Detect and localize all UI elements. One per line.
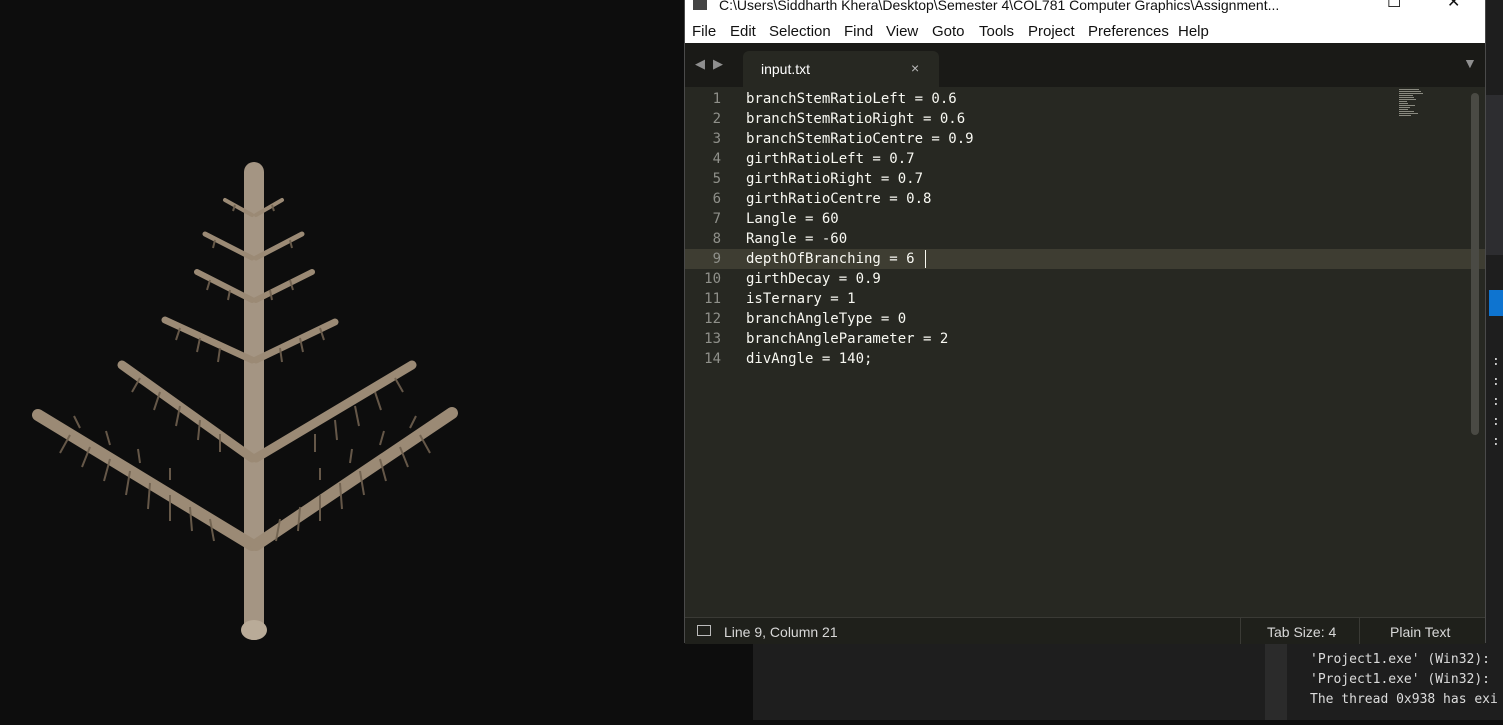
line-number: 3 — [712, 131, 721, 147]
menu-goto[interactable]: Goto — [932, 23, 965, 40]
status-divider — [1359, 618, 1360, 644]
title-bar[interactable]: C:\Users\Siddharth Khera\Desktop\Semeste… — [685, 0, 1485, 15]
tab-close-icon[interactable]: × — [911, 60, 919, 76]
line-number: 1 — [712, 91, 721, 107]
menu-tools[interactable]: Tools — [979, 23, 1014, 40]
code-line[interactable]: branchAngleType = 0 — [746, 311, 906, 327]
output-line: 'Project1.exe' (Win32): — [1310, 652, 1491, 667]
line-number: 4 — [712, 151, 721, 167]
menu-edit[interactable]: Edit — [730, 23, 756, 40]
menu-selection[interactable]: Selection — [769, 23, 831, 40]
menu-help[interactable]: Help — [1178, 23, 1209, 40]
code-line[interactable]: Langle = 60 — [746, 211, 839, 227]
code-line[interactable]: girthRatioCentre = 0.8 — [746, 191, 931, 207]
line-number: 7 — [712, 211, 721, 227]
line-number: 6 — [712, 191, 721, 207]
code-line[interactable]: divAngle = 140; — [746, 351, 872, 367]
status-divider — [1240, 618, 1241, 644]
tab-next-icon[interactable]: ▶ — [713, 56, 723, 72]
menu-view[interactable]: View — [886, 23, 918, 40]
menu-bar: File Edit Selection Find View Goto Tools… — [685, 15, 1485, 44]
tab-label: input.txt — [761, 61, 811, 77]
line-number: 12 — [704, 311, 721, 327]
line-number: 2 — [712, 111, 721, 127]
output-colon: : — [1492, 354, 1500, 369]
background-ide-active-tab[interactable] — [1489, 290, 1503, 316]
tab-bar: ◀ ▶ input.txt × ▼ — [685, 43, 1485, 87]
line-number: 14 — [704, 351, 721, 367]
cursor-position: Line 9, Column 21 — [724, 624, 838, 640]
code-line[interactable]: depthOfBranching = 6 — [746, 251, 915, 267]
tab-input-txt[interactable]: input.txt × — [743, 51, 939, 87]
text-cursor — [925, 250, 926, 268]
menu-preferences[interactable]: Preferences — [1088, 23, 1169, 40]
menu-project[interactable]: Project — [1028, 23, 1075, 40]
status-bar: Line 9, Column 21 Tab Size: 4 Plain Text — [685, 617, 1485, 644]
output-line: 'Project1.exe' (Win32): — [1310, 672, 1491, 687]
vertical-scrollbar[interactable] — [1471, 93, 1479, 435]
tab-prev-icon[interactable]: ◀ — [695, 56, 705, 72]
line-number: 13 — [704, 331, 721, 347]
output-line: The thread 0x938 has exi — [1310, 692, 1498, 707]
tab-size-selector[interactable]: Tab Size: 4 — [1267, 624, 1336, 640]
output-colon: : — [1492, 414, 1500, 429]
editor-window: C:\Users\Siddharth Khera\Desktop\Semeste… — [684, 0, 1486, 644]
code-line[interactable]: branchAngleParameter = 2 — [746, 331, 948, 347]
code-line[interactable]: isTernary = 1 — [746, 291, 856, 307]
line-number: 10 — [704, 271, 721, 287]
code-line[interactable]: branchStemRatioCentre = 0.9 — [746, 131, 974, 147]
code-line[interactable]: Rangle = -60 — [746, 231, 847, 247]
background-ide-panel-edge — [1486, 95, 1503, 255]
menu-find[interactable]: Find — [844, 23, 873, 40]
line-number: 11 — [704, 291, 721, 307]
background-ide-scrollbar[interactable] — [1265, 640, 1287, 720]
minimap[interactable] — [1399, 89, 1423, 117]
menu-file[interactable]: File — [692, 23, 716, 40]
output-colon: : — [1492, 394, 1500, 409]
line-number: 5 — [712, 171, 721, 187]
tree-render-viewport — [0, 0, 760, 720]
code-line[interactable]: branchStemRatioRight = 0.6 — [746, 111, 965, 127]
code-line[interactable]: girthRatioRight = 0.7 — [746, 171, 923, 187]
app-icon — [693, 0, 707, 10]
output-colon: : — [1492, 374, 1500, 389]
panel-toggle-icon[interactable] — [697, 625, 711, 636]
tree-render-image — [32, 162, 458, 640]
syntax-selector[interactable]: Plain Text — [1390, 624, 1450, 640]
tab-dropdown-icon[interactable]: ▼ — [1463, 55, 1477, 71]
maximize-icon[interactable]: ☐ — [1387, 0, 1401, 12]
code-line[interactable]: girthDecay = 0.9 — [746, 271, 881, 287]
window-title: C:\Users\Siddharth Khera\Desktop\Semeste… — [719, 0, 1280, 13]
line-number: 8 — [712, 231, 721, 247]
close-icon[interactable]: ✕ — [1447, 0, 1460, 12]
code-line[interactable]: girthRatioLeft = 0.7 — [746, 151, 915, 167]
output-colon: : — [1492, 434, 1500, 449]
code-line[interactable]: branchStemRatioLeft = 0.6 — [746, 91, 957, 107]
line-number: 9 — [712, 251, 721, 267]
